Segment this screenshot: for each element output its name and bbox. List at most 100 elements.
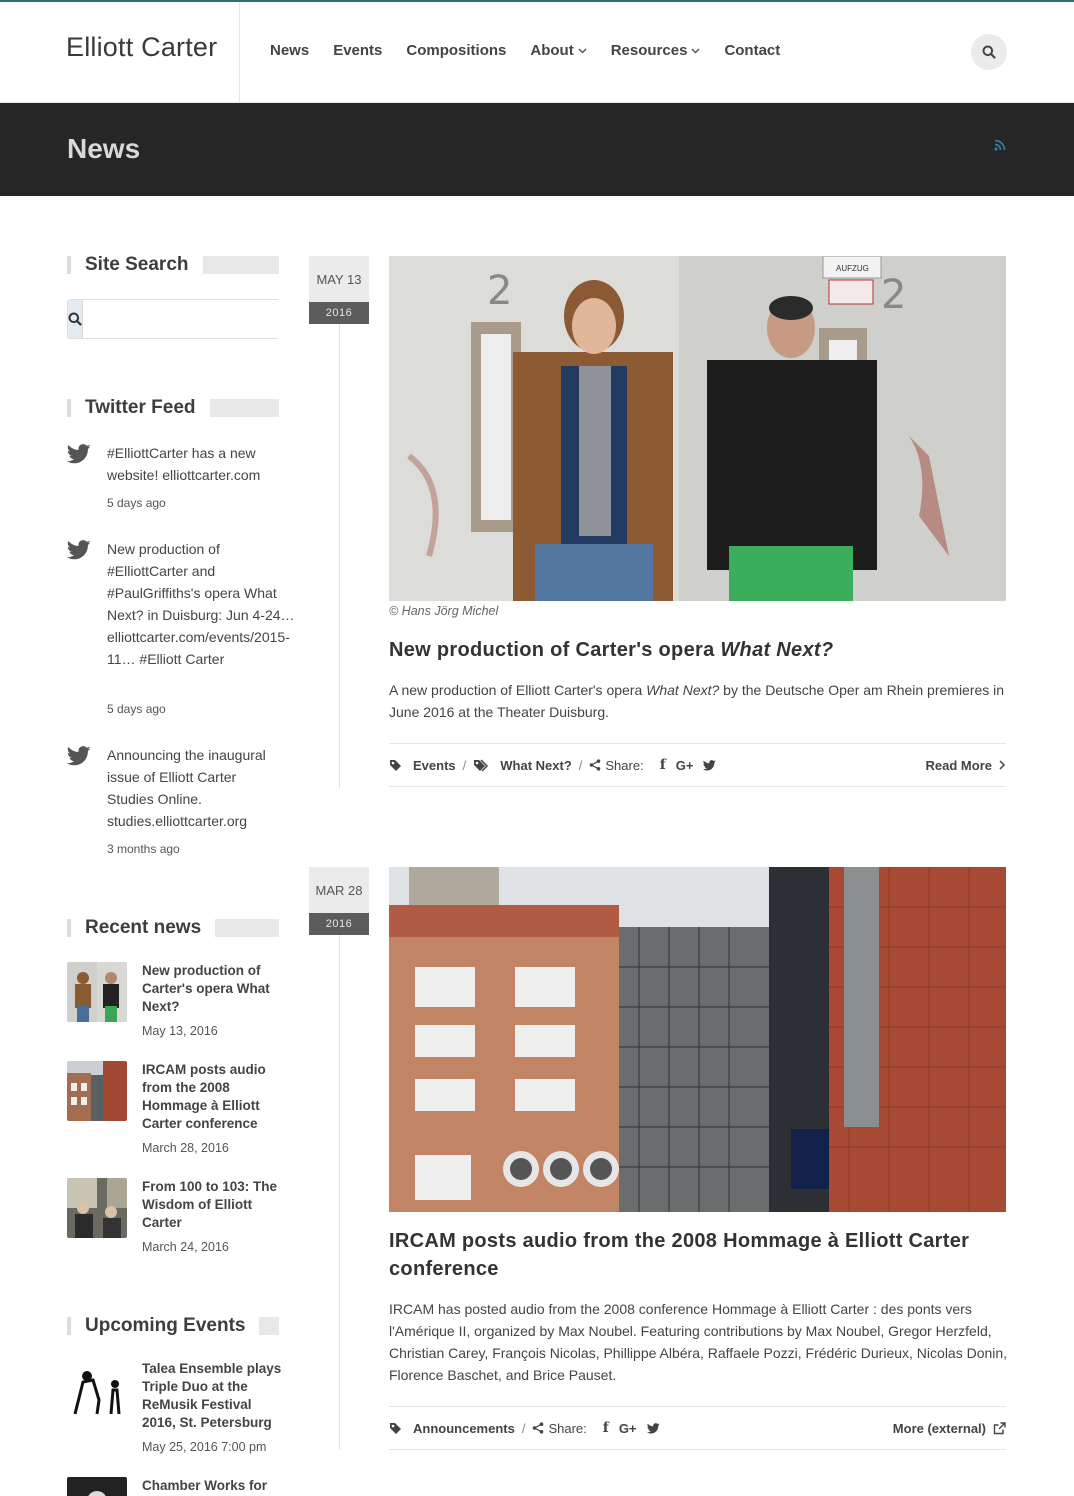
thumbnail-image (67, 1477, 127, 1496)
external-link-label: More (external) (892, 1420, 986, 1436)
share-icon (533, 1422, 544, 1434)
nav-events[interactable]: Events (333, 42, 382, 59)
nav-news[interactable]: News (270, 42, 309, 59)
thumbnail-image (67, 962, 127, 1022)
logo-divider (239, 2, 240, 102)
tweet-item: New production of #ElliottCarter and #Pa… (67, 538, 307, 718)
heading-fill (209, 399, 279, 417)
tweet-text[interactable]: Announcing the inaugural issue of Elliot… (107, 744, 277, 832)
post-excerpt: A new production of Elliott Carter's ope… (389, 679, 1009, 723)
post-date-box: MAR 28 2016 (309, 867, 369, 935)
site-search-form (67, 299, 280, 339)
rss-icon[interactable] (994, 139, 1006, 151)
event-thumbnail[interactable] (67, 1360, 127, 1420)
thumbnail-image (67, 1360, 127, 1420)
site-logo[interactable]: Elliott Carter (66, 32, 217, 63)
recent-news-item[interactable]: IRCAM posts audio from the 2008 Hommage … (67, 1061, 282, 1161)
header-search-button[interactable] (971, 34, 1007, 70)
tweet-time[interactable]: 3 months ago (107, 842, 180, 856)
thumbnail-image (67, 1178, 127, 1238)
featured-photo (389, 867, 1006, 1212)
post-year: 2016 (309, 302, 369, 324)
google-plus-icon[interactable]: G+ (676, 758, 694, 773)
recent-news-thumbnail[interactable] (67, 1178, 127, 1238)
recent-news-item[interactable]: From 100 to 103: The Wisdom of Elliott C… (67, 1178, 282, 1258)
page-title: News (67, 133, 141, 164)
site-search-submit[interactable] (68, 300, 83, 338)
recent-news-link[interactable]: IRCAM posts audio from the 2008 Hommage … (142, 1061, 282, 1133)
heading-fill (202, 256, 279, 274)
twitter-bird-icon (67, 540, 91, 560)
post-category-link[interactable]: Events (413, 758, 456, 773)
twitter-icon[interactable] (646, 1422, 660, 1434)
nav-events-label: Events (333, 42, 383, 59)
twitter-icon[interactable] (703, 759, 717, 771)
share-buttons: f G+ (654, 757, 717, 773)
external-link[interactable]: More (external) (893, 1421, 1006, 1436)
nav-about[interactable]: About (530, 42, 587, 59)
nav-contact-label: Contact (724, 42, 781, 59)
event-link[interactable]: Chamber Works for (142, 1477, 282, 1495)
post-meta-bar: Events / What Next? / Share: f G+ Read M… (389, 743, 1006, 787)
external-link-icon (993, 1421, 1006, 1434)
event-thumbnail[interactable] (67, 1477, 127, 1496)
nav-compositions[interactable]: Compositions (406, 42, 506, 59)
share-label: Share: (548, 1420, 587, 1436)
tweet-time[interactable]: 5 days ago (107, 496, 166, 510)
timeline-line (339, 935, 340, 1450)
upcoming-event-item[interactable]: Chamber Works for (67, 1477, 282, 1496)
post-tag-link[interactable]: What Next? (500, 758, 572, 773)
nav-resources-label: Resources (610, 42, 688, 59)
post-featured-image[interactable]: 2 2 AUFZUG (389, 256, 1006, 601)
post-month-day: MAR 28 (309, 867, 369, 913)
google-plus-icon[interactable]: G+ (619, 1421, 637, 1436)
thumbnail-image (67, 1061, 127, 1121)
svg-text:2: 2 (487, 268, 512, 314)
nav-contact[interactable]: Contact (724, 42, 780, 59)
heading-fill (215, 919, 279, 937)
recent-news-heading: Recent news (67, 917, 279, 938)
tweet-time[interactable]: 5 days ago (107, 702, 166, 716)
excerpt-text-a: A new production of Elliott Carter's ope… (389, 682, 647, 698)
heading-fill (259, 1317, 279, 1335)
site-search-input[interactable] (83, 300, 280, 338)
post-title[interactable]: New production of Carter's opera What Ne… (389, 636, 1006, 664)
recent-news-date: May 13, 2016 (142, 1024, 218, 1038)
search-icon (68, 312, 82, 326)
tag-icon (390, 759, 401, 771)
tweet-item: #ElliottCarter has a new website! elliot… (67, 442, 307, 522)
recent-news-thumbnail[interactable] (67, 962, 127, 1022)
facebook-icon[interactable]: f (603, 1420, 609, 1436)
upcoming-event-item[interactable]: Talea Ensemble plays Triple Duo at the R… (67, 1360, 282, 1460)
twitter-bird-icon (67, 444, 91, 464)
post-excerpt: IRCAM has posted audio from the 2008 con… (389, 1301, 1008, 1383)
twitter-feed-title: Twitter Feed (85, 397, 196, 418)
post-title[interactable]: IRCAM posts audio from the 2008 Hommage … (389, 1227, 1006, 1283)
event-link[interactable]: Talea Ensemble plays Triple Duo at the R… (142, 1360, 282, 1432)
share-label: Share: (605, 757, 644, 773)
post-featured-image[interactable] (389, 867, 1006, 1212)
site-search-heading: Site Search (67, 254, 279, 275)
recent-news-link[interactable]: From 100 to 103: The Wisdom of Elliott C… (142, 1178, 282, 1232)
recent-news-link[interactable]: New production of Carter's opera What Ne… (142, 962, 282, 1016)
meta-separator: / (521, 1420, 526, 1436)
recent-news-date: March 24, 2016 (142, 1240, 229, 1254)
nav-resources[interactable]: Resources (611, 42, 701, 59)
upcoming-events-title: Upcoming Events (85, 1315, 246, 1336)
facebook-icon[interactable]: f (660, 757, 666, 773)
meta-separator: / (462, 757, 467, 773)
post-date-box: MAY 13 2016 (309, 256, 369, 324)
read-more-label: Read More (925, 757, 992, 773)
nav-compositions-label: Compositions (406, 42, 507, 59)
share-buttons: f G+ (597, 1420, 660, 1436)
post-title-opera: What Next? (720, 639, 834, 661)
recent-news-item[interactable]: New production of Carter's opera What Ne… (67, 962, 282, 1042)
tweet-text[interactable]: New production of #ElliottCarter and #Pa… (107, 538, 303, 670)
post-category-link[interactable]: Announcements (413, 1421, 515, 1436)
recent-news-thumbnail[interactable] (67, 1061, 127, 1121)
tweet-text[interactable]: #ElliottCarter has a new website! elliot… (107, 442, 302, 486)
recent-news-title: Recent news (85, 917, 202, 938)
read-more-link[interactable]: Read More (926, 758, 1006, 773)
twitter-feed-heading: Twitter Feed (67, 397, 279, 418)
svg-text:AUFZUG: AUFZUG (836, 264, 869, 273)
